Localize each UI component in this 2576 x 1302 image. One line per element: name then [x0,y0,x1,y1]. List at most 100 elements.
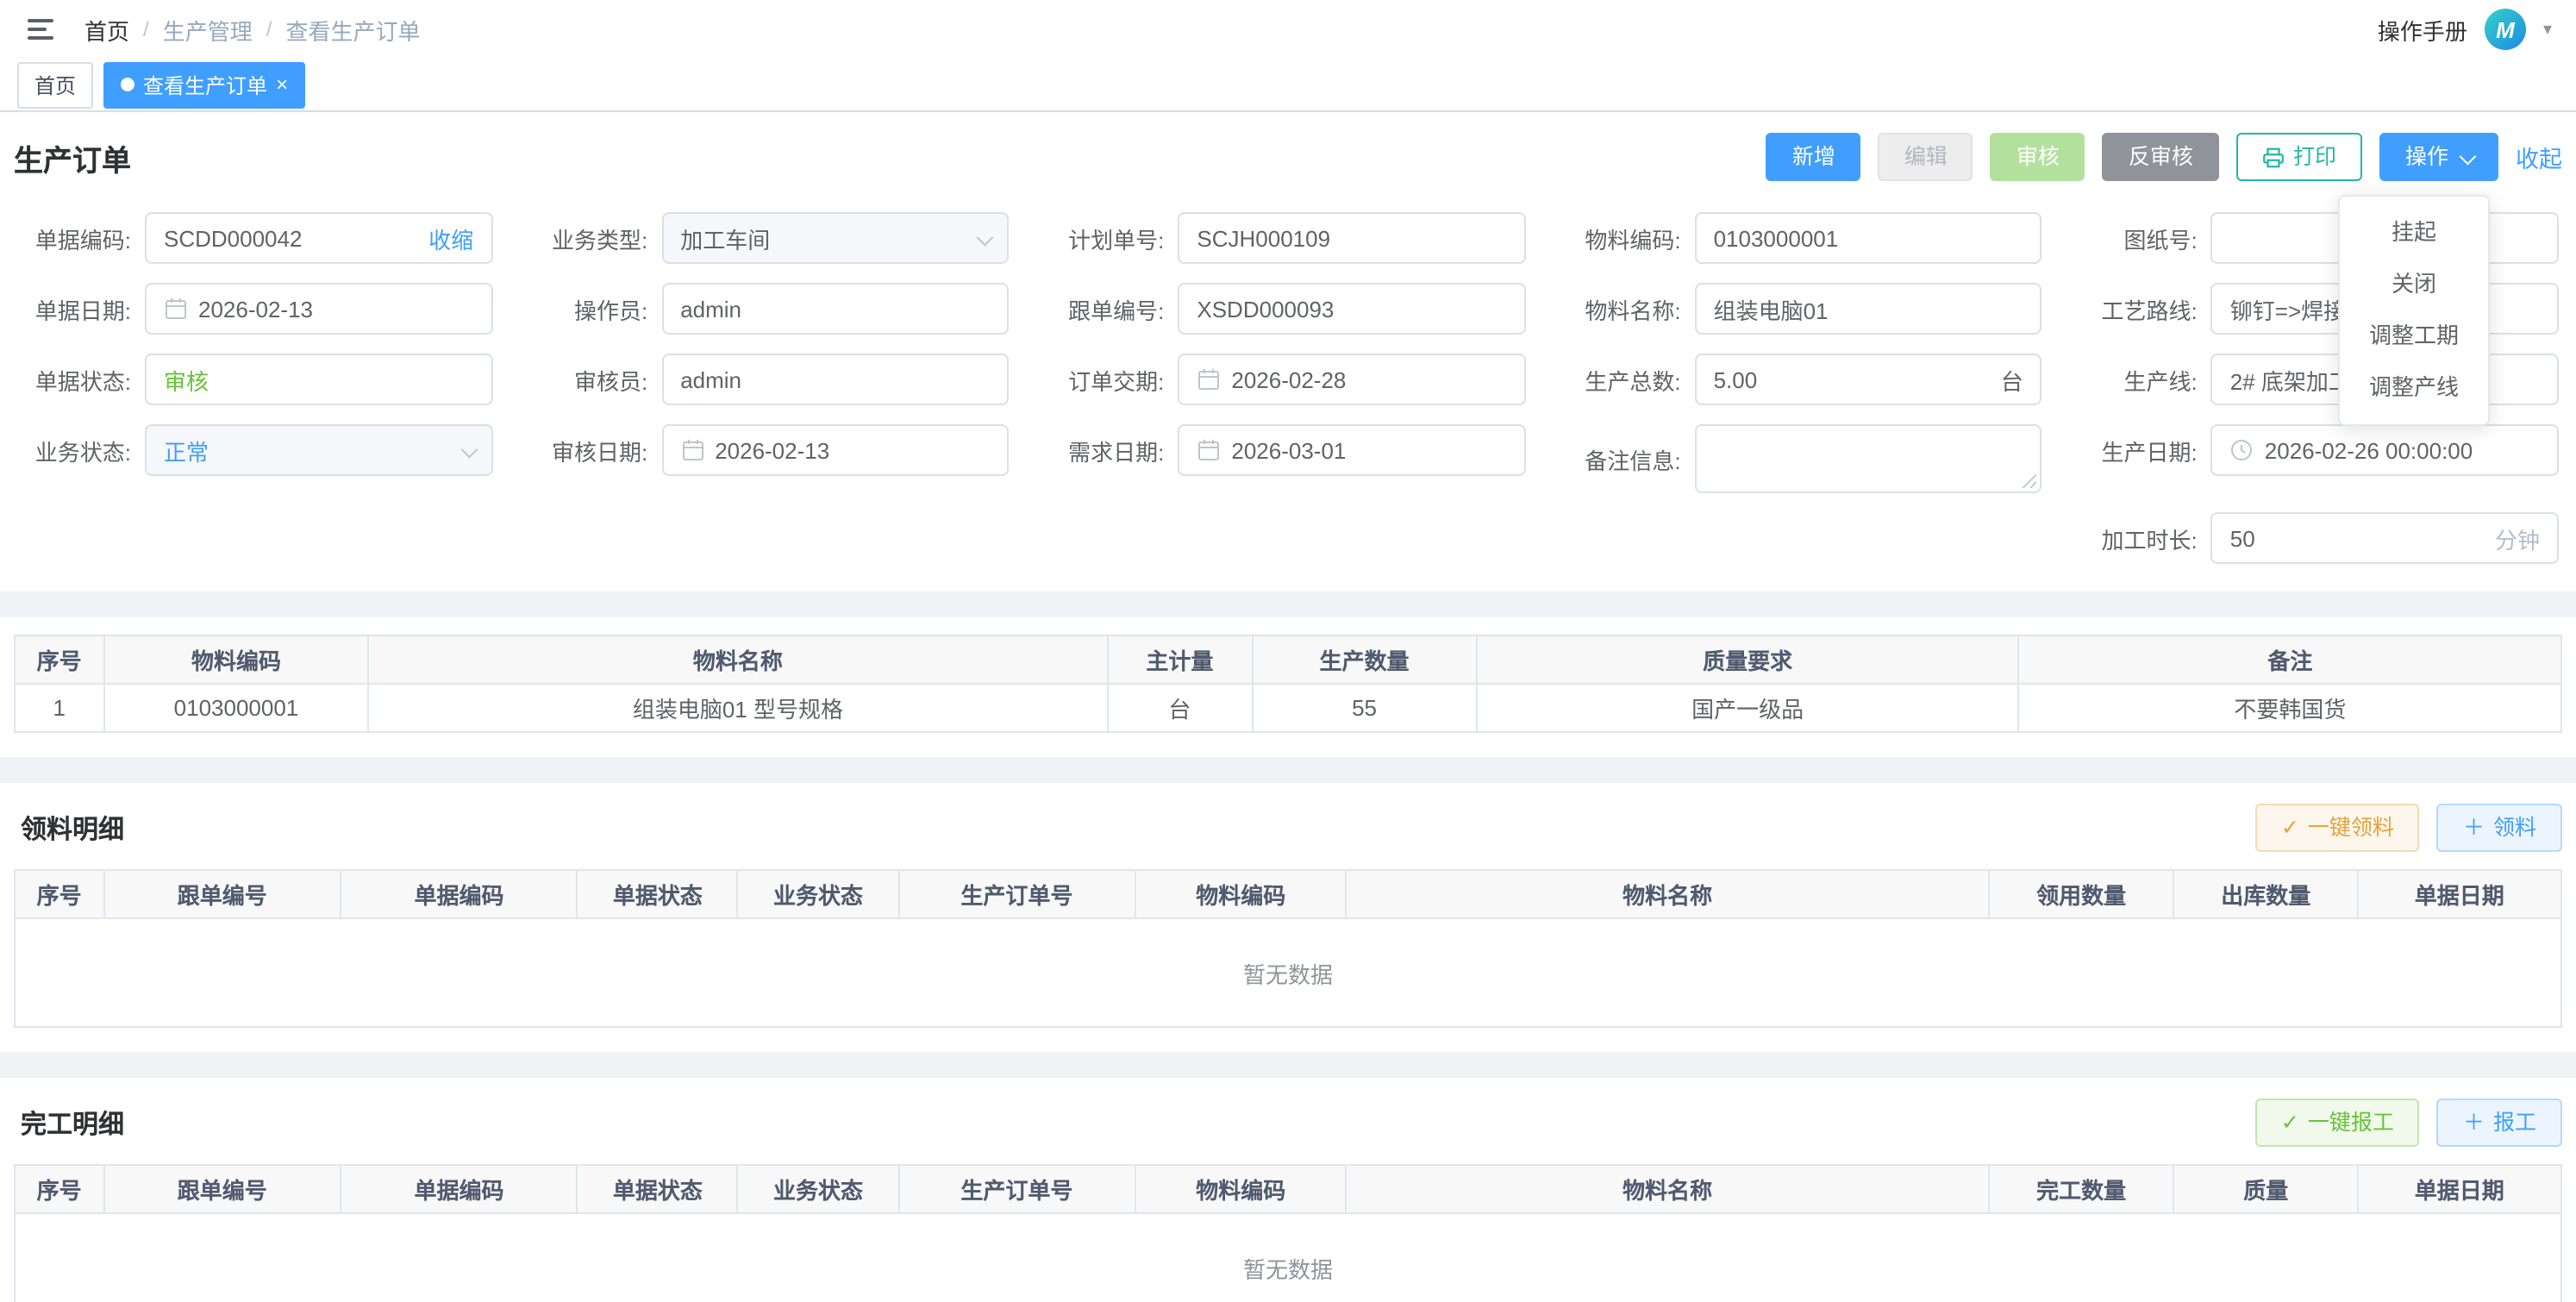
tab-view-production-order[interactable]: 查看生产订单 × [103,61,305,108]
biz-status-value: 正常 [164,434,209,466]
cell-unit: 台 [1107,684,1252,732]
field-operator: 操作员: admin [530,283,1009,335]
calendar-icon [164,297,188,321]
menu-item-adjust-schedule[interactable]: 调整工期 [2340,310,2488,362]
report-label: 报工 [2493,1112,2536,1134]
operator-value: admin [680,296,741,322]
breadcrumb-production-mgmt[interactable]: 生产管理 [163,13,253,46]
chevron-down-icon [2460,147,2477,165]
check-icon: ✓ [2281,1112,2299,1134]
delivery-date-input[interactable]: 2026-02-28 [1178,354,1525,405]
col-header: 物料名称 [1347,1165,1988,1213]
material-code-input[interactable]: 0103000001 [1695,212,2042,264]
cell-quality-req: 国产一级品 [1477,684,2019,732]
tab-home-label: 首页 [34,70,76,99]
hamburger-menu-icon[interactable] [24,16,57,43]
unaudit-button[interactable]: 反审核 [2103,133,2219,181]
biz-type-select[interactable]: 加工车间 [661,212,1009,264]
doc-code-input[interactable]: SCDD000042 收缩 [145,212,492,264]
doc-date-input[interactable]: 2026-02-13 [145,283,492,335]
tab-home[interactable]: 首页 [17,61,93,108]
col-header: 业务状态 [738,870,898,918]
items-panel: 序号 物料编码 物料名称 主计量 生产数量 质量要求 备注 1 01030000… [0,617,2576,757]
duration-input[interactable]: 50 分钟 [2211,512,2559,564]
col-header: 物料名称 [369,635,1108,684]
auditor-value: admin [680,366,741,392]
col-header: 跟单编号 [103,1165,341,1213]
prod-date-value: 2026-02-26 00:00:00 [2265,437,2473,463]
process-route-value: 铆钉=>焊接 [2230,292,2346,325]
avatar[interactable]: M [2485,9,2526,50]
tab-label: 查看生产订单 [143,70,267,99]
material-name-input[interactable]: 组装电脑01 [1695,283,2042,335]
picking-head: 领料明细 ✓ 一键领料 ＋ 领料 [14,783,2562,869]
field-prod-date: 生产日期: 2026-02-26 00:00:00 [2080,424,2559,476]
field-biz-type: 业务类型: 加工车间 [530,212,1009,264]
batch-report-button[interactable]: ✓ 一键报工 [2255,1099,2420,1147]
picking-table-wrap: 序号 跟单编号 单据编码 单据状态 业务状态 生产订单号 物料编码 物料名称 领… [14,869,2562,1052]
delivery-date-label: 订单交期: [1047,363,1178,396]
demand-date-input[interactable]: 2026-03-01 [1178,424,1525,476]
total-qty-input[interactable]: 5.00 台 [1695,354,2042,405]
auditor-input[interactable]: admin [661,354,1009,405]
field-biz-status: 业务状态: 正常 [14,424,492,476]
field-doc-status: 单据状态: 审核 [14,354,492,405]
menu-item-close[interactable]: 关闭 [2340,259,2488,310]
print-button[interactable]: 打印 [2236,133,2362,181]
plan-no-input[interactable]: SCJH000109 [1178,212,1525,264]
field-follow-no: 跟单编号: XSDD000093 [1047,283,1525,335]
remark-textarea[interactable] [1695,424,2042,493]
operator-input[interactable]: admin [661,283,1009,335]
manual-link[interactable]: 操作手册 [2378,13,2467,46]
calendar-icon [680,438,704,462]
doc-code-label: 单据编码: [14,222,145,254]
empty-text: 暂无数据 [1243,956,1333,989]
action-dropdown-menu: 挂起 关闭 调整工期 调整产线 [2338,195,2490,426]
completion-head: 完工明细 ✓ 一键报工 ＋ 报工 [14,1078,2562,1164]
doc-status-label: 单据状态: [14,363,145,396]
process-route-label: 工艺路线: [2080,292,2211,325]
col-header: 序号 [15,635,103,684]
picking-empty-state: 暂无数据 [14,919,2562,1028]
biz-status-select[interactable]: 正常 [145,424,492,476]
check-icon: ✓ [2281,817,2299,839]
col-header: 质量 [2174,1165,2358,1213]
caret-down-icon[interactable]: ▾ [2543,20,2552,39]
completion-title: 完工明细 [21,1105,124,1141]
table-row[interactable]: 1 0103000001 组装电脑01 型号规格 台 55 国产一级品 不要韩国… [15,684,2561,732]
menu-item-adjust-line[interactable]: 调整产线 [2340,362,2488,414]
close-icon[interactable]: × [276,74,288,95]
report-button[interactable]: ＋ 报工 [2437,1099,2562,1147]
col-header: 质量要求 [1477,635,2019,684]
material-code-value: 0103000001 [1714,225,1839,251]
collapse-toggle[interactable]: 收起 [2516,140,2562,174]
breadcrumb-home[interactable]: 首页 [84,13,129,46]
audit-date-input[interactable]: 2026-02-13 [661,424,1009,476]
clock-icon [2230,438,2254,462]
plus-icon: ＋ [2463,1112,2485,1134]
shrink-link[interactable]: 收缩 [428,222,473,254]
doc-code-value: SCDD000042 [164,225,302,251]
calendar-icon [1197,367,1221,391]
cell-remark: 不要韩国货 [2019,684,2561,732]
doc-status-input[interactable]: 审核 [145,354,492,405]
col-header: 序号 [15,870,103,918]
menu-item-suspend[interactable]: 挂起 [2340,207,2488,259]
follow-no-input[interactable]: XSDD000093 [1178,283,1525,335]
field-doc-date: 单据日期: 2026-02-13 [14,283,492,335]
follow-no-value: XSDD000093 [1197,296,1334,322]
col-header: 备注 [2019,635,2561,684]
col-header: 主计量 [1107,635,1252,684]
field-duration: 加工时长: 50 分钟 [2080,512,2559,564]
doc-date-label: 单据日期: [14,292,145,325]
drawing-no-label: 图纸号: [2080,222,2211,254]
field-delivery-date: 订单交期: 2026-02-28 [1047,354,1525,405]
add-button[interactable]: 新增 [1766,133,1861,181]
action-button[interactable]: 操作 [2379,133,2498,181]
cell-material-code: 0103000001 [103,684,368,732]
completion-table-wrap: 序号 跟单编号 单据编码 单据状态 业务状态 生产订单号 物料编码 物料名称 完… [14,1164,2562,1302]
prod-date-input[interactable]: 2026-02-26 00:00:00 [2211,424,2559,476]
batch-pick-button[interactable]: ✓ 一键领料 [2255,804,2420,852]
picking-panel: 领料明细 ✓ 一键领料 ＋ 领料 [0,783,2576,1052]
pick-button[interactable]: ＋ 领料 [2437,804,2562,852]
